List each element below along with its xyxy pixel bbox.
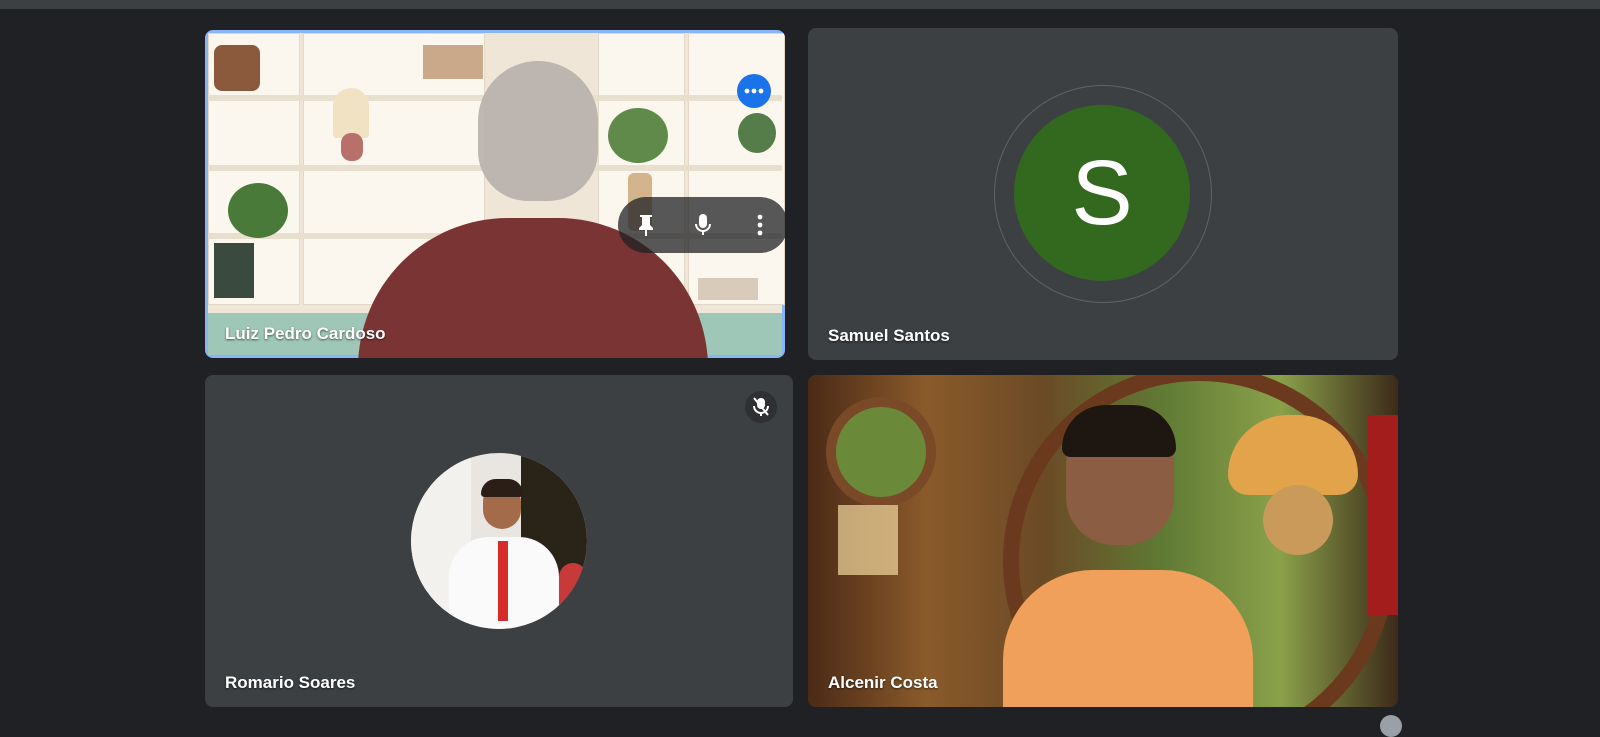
- scroll-indicator[interactable]: [1380, 715, 1402, 737]
- participant-tile-luiz[interactable]: Luiz Pedro Cardoso: [205, 30, 785, 358]
- pin-icon: [639, 215, 654, 236]
- pin-button[interactable]: [626, 205, 666, 245]
- participant-tile-alcenir[interactable]: Alcenir Costa: [808, 375, 1398, 707]
- mic-icon: [694, 214, 711, 235]
- participant-name: Alcenir Costa: [828, 673, 938, 692]
- more-options-button[interactable]: [737, 74, 771, 108]
- avatar: S: [1014, 105, 1190, 281]
- more-vert-icon: [757, 214, 763, 236]
- video-feed: [208, 33, 785, 358]
- top-bar: [0, 0, 1600, 9]
- avatar-initial: S: [1071, 141, 1133, 244]
- participant-name: Samuel Santos: [828, 326, 950, 345]
- muted-indicator: [745, 391, 777, 423]
- participant-name: Luiz Pedro Cardoso: [225, 324, 386, 343]
- participant-tile-samuel[interactable]: S Samuel Santos: [808, 28, 1398, 360]
- video-feed: [808, 375, 1398, 707]
- more-horiz-icon: [744, 88, 764, 94]
- participant-tile-romario[interactable]: Romario Soares: [205, 375, 793, 707]
- avatar: [411, 453, 587, 629]
- more-vert-button[interactable]: [740, 205, 780, 245]
- mic-button[interactable]: [683, 205, 723, 245]
- tile-hover-controls: [618, 197, 785, 253]
- participant-name: Romario Soares: [225, 673, 356, 692]
- mic-off-icon: [753, 397, 769, 416]
